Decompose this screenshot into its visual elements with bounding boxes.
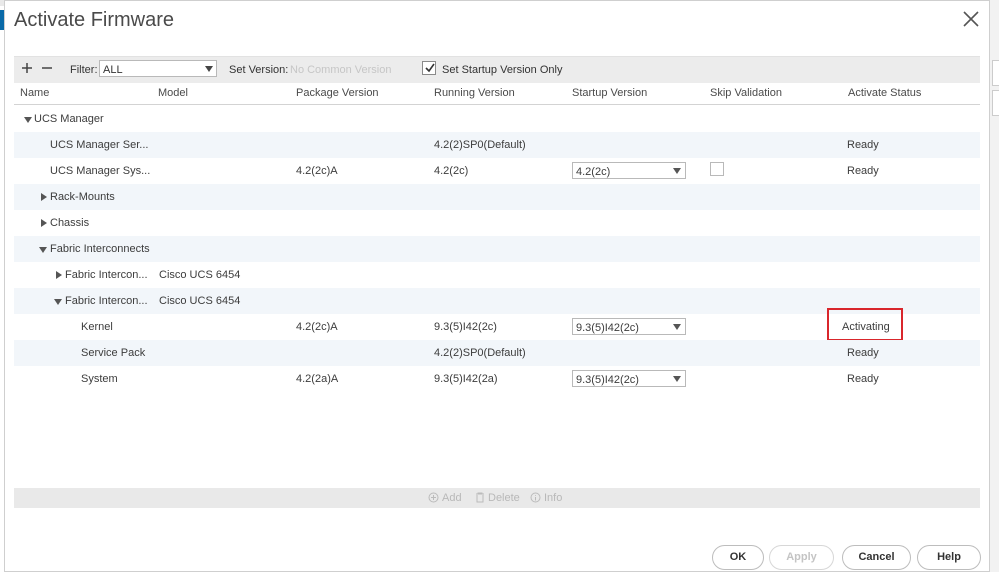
- checkmark-icon: [425, 63, 435, 73]
- cancel-button[interactable]: Cancel: [842, 545, 911, 570]
- info-icon: [530, 492, 541, 503]
- delete-label: Delete: [488, 492, 520, 504]
- expand-toggle-icon[interactable]: [41, 193, 47, 201]
- apply-button[interactable]: Apply: [769, 545, 834, 570]
- row-name: Kernel: [81, 321, 113, 333]
- chevron-down-icon: [673, 168, 681, 174]
- row-activate-status: Ready: [847, 347, 879, 359]
- row-name: Rack-Mounts: [50, 191, 115, 203]
- add-circle-icon: [428, 492, 439, 503]
- row-running-version: 9.3(5)I42(2a): [434, 373, 498, 385]
- row-package-version: 4.2(2c)A: [296, 165, 338, 177]
- row-name: UCS Manager Ser...: [50, 139, 149, 151]
- column-header-name[interactable]: Name: [20, 87, 49, 99]
- plus-icon[interactable]: [19, 60, 35, 76]
- expand-toggle-icon[interactable]: [56, 271, 62, 279]
- row-package-version: 4.2(2c)A: [296, 321, 338, 333]
- expand-toggle-icon[interactable]: [54, 299, 62, 305]
- expand-toggle-icon[interactable]: [39, 247, 47, 253]
- column-header-package-version[interactable]: Package Version: [296, 87, 379, 99]
- delete-action[interactable]: Delete: [475, 492, 520, 504]
- table-row[interactable]: Service Pack 4.2(2)SP0(Default) Ready: [14, 340, 980, 366]
- background-control: [992, 60, 999, 86]
- table-action-bar: Add Delete Info: [14, 488, 980, 508]
- row-name: Fabric Interconnects: [50, 243, 150, 255]
- expand-toggle-icon[interactable]: [24, 117, 32, 123]
- row-activate-status: Ready: [847, 165, 879, 177]
- row-name: Fabric Intercon...: [65, 295, 148, 307]
- filter-select[interactable]: ALL: [99, 60, 217, 77]
- row-running-version: 4.2(2c): [434, 165, 469, 177]
- row-name: System: [81, 373, 118, 385]
- table-row[interactable]: UCS Manager Sys... 4.2(2c)A 4.2(2c) 4.2(…: [14, 158, 980, 184]
- table-row[interactable]: Fabric Interconnects: [14, 236, 980, 262]
- table-row[interactable]: UCS Manager: [14, 106, 980, 132]
- table-row[interactable]: UCS Manager Ser... 4.2(2)SP0(Default) Re…: [14, 132, 980, 158]
- ok-button[interactable]: OK: [712, 545, 764, 570]
- table-row[interactable]: Chassis: [14, 210, 980, 236]
- dialog-title: Activate Firmware: [14, 9, 175, 31]
- table-header: Name Model Package Version Running Versi…: [14, 83, 980, 105]
- add-label: Add: [442, 492, 462, 504]
- help-button[interactable]: Help: [917, 545, 981, 570]
- row-running-version: 4.2(2)SP0(Default): [434, 347, 526, 359]
- column-header-running-version[interactable]: Running Version: [434, 87, 515, 99]
- close-icon[interactable]: [961, 9, 981, 29]
- table-row[interactable]: Rack-Mounts: [14, 184, 980, 210]
- row-running-version: 9.3(5)I42(2c): [434, 321, 497, 333]
- startup-version-select[interactable]: 9.3(5)I42(2c): [572, 370, 686, 387]
- activate-firmware-dialog: Activate Firmware Filter: ALL Set Versio…: [4, 0, 990, 572]
- row-name: Chassis: [50, 217, 90, 229]
- column-header-activate-status[interactable]: Activate Status: [848, 87, 921, 99]
- chevron-down-icon: [673, 324, 681, 330]
- row-activate-status: Activating: [842, 321, 890, 333]
- chevron-down-icon: [205, 66, 213, 72]
- row-activate-status: Ready: [847, 139, 879, 151]
- background-panel: [990, 0, 999, 572]
- startup-version-value: 9.3(5)I42(2c): [576, 322, 639, 334]
- row-name: UCS Manager Sys...: [50, 165, 151, 177]
- column-header-skip-validation[interactable]: Skip Validation: [710, 87, 782, 99]
- column-header-startup-version[interactable]: Startup Version: [572, 87, 647, 99]
- table-row[interactable]: Fabric Intercon... Cisco UCS 6454: [14, 262, 980, 288]
- add-action[interactable]: Add: [428, 492, 462, 504]
- startup-version-select[interactable]: 4.2(2c): [572, 162, 686, 179]
- set-version-label: Set Version:: [229, 64, 289, 76]
- info-label: Info: [544, 492, 563, 504]
- expand-toggle-icon[interactable]: [41, 219, 47, 227]
- row-model: Cisco UCS 6454: [159, 295, 241, 307]
- info-action[interactable]: Info: [530, 492, 562, 504]
- startup-version-value: 9.3(5)I42(2c): [576, 374, 639, 386]
- row-model: Cisco UCS 6454: [159, 269, 241, 281]
- firmware-table: Name Model Package Version Running Versi…: [14, 83, 980, 485]
- column-header-model[interactable]: Model: [158, 87, 188, 99]
- row-name: Service Pack: [81, 347, 146, 359]
- trash-icon: [476, 492, 484, 503]
- startup-version-select[interactable]: 9.3(5)I42(2c): [572, 318, 686, 335]
- table-row[interactable]: System 4.2(2a)A 9.3(5)I42(2a) 9.3(5)I42(…: [14, 366, 980, 392]
- row-name: Fabric Intercon...: [65, 269, 148, 281]
- row-running-version: 4.2(2)SP0(Default): [434, 139, 526, 151]
- minus-icon[interactable]: [39, 60, 55, 76]
- startup-version-value: 4.2(2c): [576, 166, 611, 178]
- background-control: [992, 90, 999, 116]
- row-name: UCS Manager: [34, 113, 104, 125]
- toolbar: Filter: ALL Set Version: No Common Versi…: [14, 56, 980, 83]
- filter-value: ALL: [103, 64, 123, 76]
- startup-only-checkbox[interactable]: [422, 61, 436, 75]
- table-row[interactable]: Kernel 4.2(2c)A 9.3(5)I42(2c) 9.3(5)I42(…: [14, 308, 980, 341]
- skip-validation-checkbox[interactable]: [710, 162, 724, 176]
- row-package-version: 4.2(2a)A: [296, 373, 339, 385]
- set-version-field: No Common Version: [290, 64, 392, 76]
- startup-only-label: Set Startup Version Only: [442, 64, 563, 76]
- row-activate-status: Ready: [847, 373, 879, 385]
- filter-label: Filter:: [70, 64, 98, 76]
- chevron-down-icon: [673, 376, 681, 382]
